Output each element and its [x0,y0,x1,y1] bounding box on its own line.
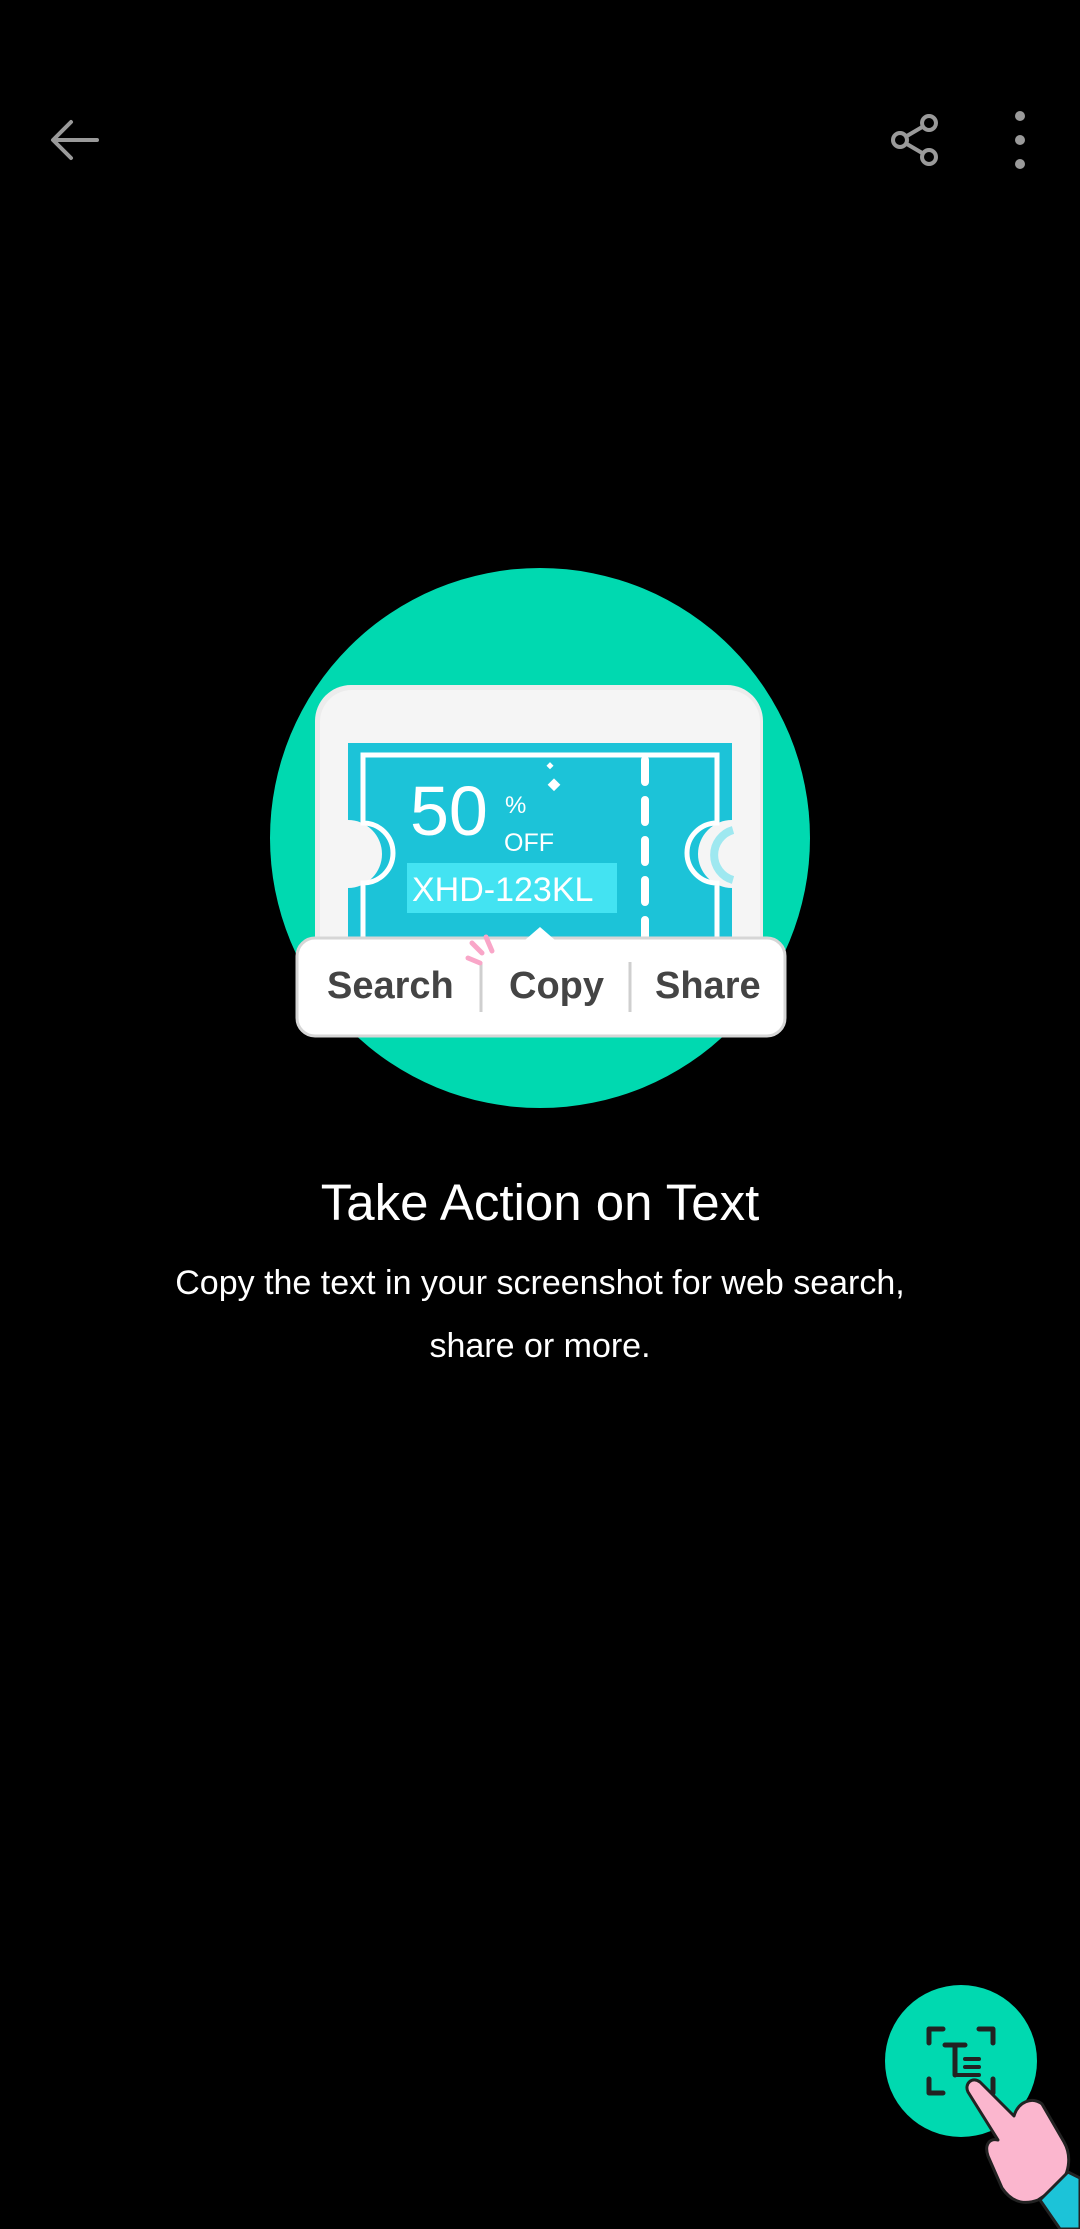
menu-copy-label: Copy [509,965,604,1007]
page-description: Copy the text in your screenshot for web… [175,1264,905,1365]
coupon-code: XHD-123KL [412,871,593,909]
coupon-illustration: 50 % OFF XHD-123KL Search Copy Share [270,568,810,1108]
coupon-off-label: OFF [504,829,554,857]
back-button[interactable] [30,95,120,185]
more-options-button[interactable] [985,95,1055,185]
share-button[interactable] [870,95,960,185]
coupon-percent: 50 [410,772,488,850]
top-app-bar [0,0,1080,270]
arrow-left-icon [51,120,99,160]
pointing-hand-icon [965,2078,1080,2229]
text-action-screen: 50 % OFF XHD-123KL Search Copy Share Tak… [0,0,1080,2229]
page-title: Take Action on Text [320,1174,760,1231]
more-vertical-icon [1015,111,1025,169]
coupon-percent-sign: % [505,792,526,819]
menu-search-label: Search [327,965,454,1007]
share-icon [891,114,938,166]
menu-share-label: Share [655,965,761,1007]
